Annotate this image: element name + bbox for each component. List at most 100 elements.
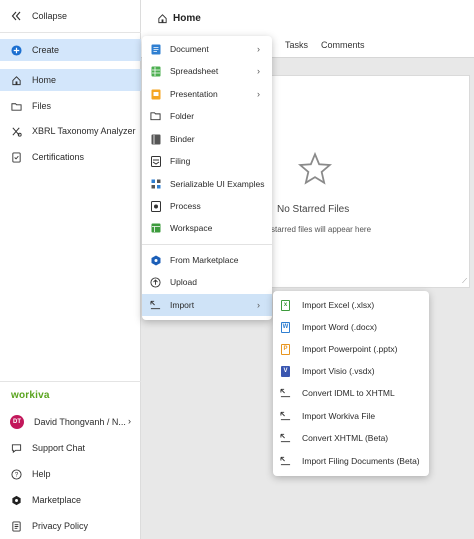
filing-icon [150,155,161,167]
marketplace-link[interactable]: Marketplace [0,489,141,511]
tab-tasks[interactable]: Tasks [285,40,308,50]
create-menu: Document › Spreadsheet › Presentation › … [142,36,272,320]
import-visio-item[interactable]: V Import Visio (.vsdx) [273,360,429,382]
collapse-button[interactable]: Collapse [0,5,141,27]
menu-item-folder[interactable]: Folder [142,105,272,127]
menu-item-process[interactable]: Process [142,195,272,217]
import-icon [280,456,291,467]
presentation-icon [150,89,161,100]
home-icon [157,13,169,25]
menu-divider [142,244,272,245]
sidebar-item-label: Certifications [32,152,85,162]
menu-item-label: Upload [170,277,197,287]
import-item-label: Import Workiva File [302,411,376,421]
sidebar-item-home[interactable]: Home [0,69,141,91]
avatar: DT [10,415,24,429]
privacy-policy-label: Privacy Policy [32,521,89,531]
chevron-right-icon: › [257,300,260,310]
menu-item-from-marketplace[interactable]: From Marketplace [142,249,272,271]
certificate-icon [10,151,22,163]
sidebar-item-certifications[interactable]: Certifications [0,146,141,168]
chevron-right-icon: › [257,89,260,99]
help-link[interactable]: ? Help [0,463,141,485]
support-chat-link[interactable]: Support Chat [0,437,141,459]
import-icon [280,388,291,399]
menu-item-label: Serializable UI Examples [170,179,265,189]
visio-file-icon: V [280,365,291,377]
empty-state-title: No Starred Files [277,204,350,215]
workspace-icon [150,223,161,234]
sidebar-item-xbrl[interactable]: XBRL Taxonomy Analyzer [0,120,141,142]
import-filing-documents-item[interactable]: Import Filing Documents (Beta) [273,450,429,472]
user-menu-button[interactable]: DT David Thongvanh / N... › [0,411,141,433]
excel-file-icon: x [280,299,291,311]
menu-item-spreadsheet[interactable]: Spreadsheet › [142,60,272,82]
tab-comments[interactable]: Comments [321,40,365,50]
grid-icon [150,179,161,190]
import-icon [280,411,291,422]
sidebar-item-label: Home [32,75,57,85]
divider [0,32,141,33]
collapse-label: Collapse [32,11,68,21]
folder-icon [10,100,22,112]
import-workiva-file-item[interactable]: Import Workiva File [273,405,429,427]
page-title: Home [173,13,201,24]
plus-circle-icon [10,44,22,56]
menu-item-label: From Marketplace [170,255,239,265]
import-icon [150,300,161,311]
chevron-right-icon: › [257,66,260,76]
menu-item-presentation[interactable]: Presentation › [142,83,272,105]
home-icon [10,74,22,86]
import-word-item[interactable]: W Import Word (.docx) [273,316,429,338]
sidebar-item-label: XBRL Taxonomy Analyzer [32,126,136,136]
marketplace-label: Marketplace [32,495,82,505]
document-icon [10,520,22,532]
menu-item-label: Binder [170,134,195,144]
user-name: David Thongvanh / N... [34,417,126,427]
menu-item-label: Import [170,300,195,310]
menu-item-binder[interactable]: Binder [142,128,272,150]
sidebar-item-files[interactable]: Files [0,95,141,117]
process-icon [150,200,161,212]
convert-xhtml-item[interactable]: Convert XHTML (Beta) [273,427,429,449]
divider [0,381,141,382]
menu-item-upload[interactable]: Upload [142,271,272,293]
spreadsheet-icon [150,66,161,77]
menu-item-serializable-ui-examples[interactable]: Serializable UI Examples [142,173,272,195]
marketplace-icon [10,494,22,506]
import-item-label: Import Word (.docx) [302,322,377,332]
empty-state-subtitle: starred files will appear here [271,225,372,234]
powerpoint-file-icon: P [280,343,291,355]
binder-icon [150,134,161,145]
convert-idml-item[interactable]: Convert IDML to XHTML [273,382,429,404]
document-icon [150,44,161,55]
upload-icon [150,276,161,288]
import-excel-item[interactable]: x Import Excel (.xlsx) [273,294,429,316]
create-button[interactable]: Create [0,39,141,61]
privacy-policy-link[interactable]: Privacy Policy [0,515,141,537]
import-item-label: Import Excel (.xlsx) [302,300,375,310]
sidebar-item-label: Files [32,101,52,111]
import-item-label: Import Filing Documents (Beta) [302,456,420,466]
menu-item-document[interactable]: Document › [142,38,272,60]
import-item-label: Convert IDML to XHTML [302,388,395,398]
chevron-right-icon: › [128,416,131,426]
chevron-right-icon: › [257,44,260,54]
support-chat-label: Support Chat [32,443,86,453]
svg-text:?: ? [14,471,18,478]
help-label: Help [32,469,51,479]
menu-item-import[interactable]: Import › [142,294,272,316]
sidebar: Collapse Create Home Files XBRL Taxonomy… [0,0,141,539]
menu-item-filing[interactable]: Filing [142,150,272,172]
import-item-label: Import Visio (.vsdx) [302,366,375,376]
menu-item-label: Filing [170,156,191,166]
resize-handle-icon[interactable]: ⟋ [462,278,467,286]
import-powerpoint-item[interactable]: P Import Powerpoint (.pptx) [273,338,429,360]
workiva-logo: workiva [11,390,50,401]
import-icon [280,433,291,444]
menu-item-label: Process [170,201,201,211]
menu-item-workspace[interactable]: Workspace [142,217,272,239]
menu-item-label: Document [170,44,209,54]
menu-item-label: Workspace [170,223,213,233]
menu-item-label: Presentation [170,89,218,99]
